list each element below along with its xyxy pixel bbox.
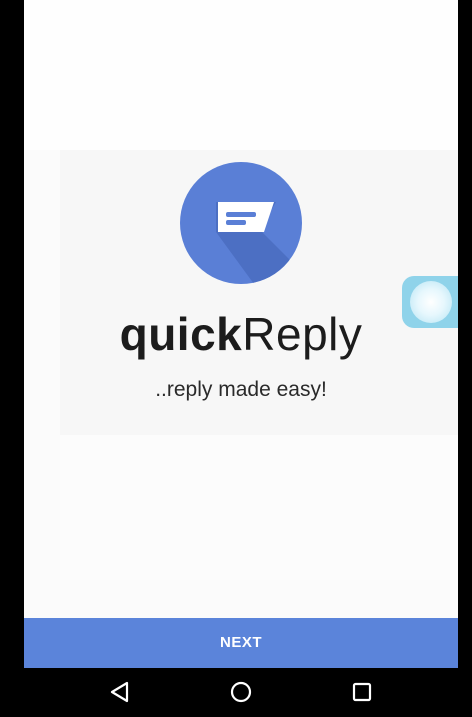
- app-title-light: Reply: [242, 308, 363, 360]
- app-title: quickReply: [24, 306, 458, 362]
- back-button[interactable]: [90, 676, 150, 708]
- floating-bubble-glow: [410, 281, 452, 323]
- app-title-bold: quick: [119, 308, 243, 360]
- content-panel: [60, 435, 458, 580]
- back-triangle-icon: [110, 681, 129, 703]
- floating-bubble-icon[interactable]: [402, 276, 458, 328]
- home-button[interactable]: [211, 676, 271, 708]
- app-logo: [180, 162, 302, 284]
- top-area: [24, 0, 458, 150]
- recents-square-icon: [352, 682, 372, 702]
- chat-bubble-icon: [216, 202, 302, 284]
- system-navigation-bar: [0, 668, 472, 717]
- recents-button[interactable]: [332, 676, 392, 708]
- home-circle-icon: [230, 681, 252, 703]
- app-tagline: ..reply made easy!: [155, 378, 327, 401]
- next-button[interactable]: NEXT: [24, 618, 458, 668]
- onboarding-screen: quickReply ..reply made easy! NEXT: [24, 0, 458, 668]
